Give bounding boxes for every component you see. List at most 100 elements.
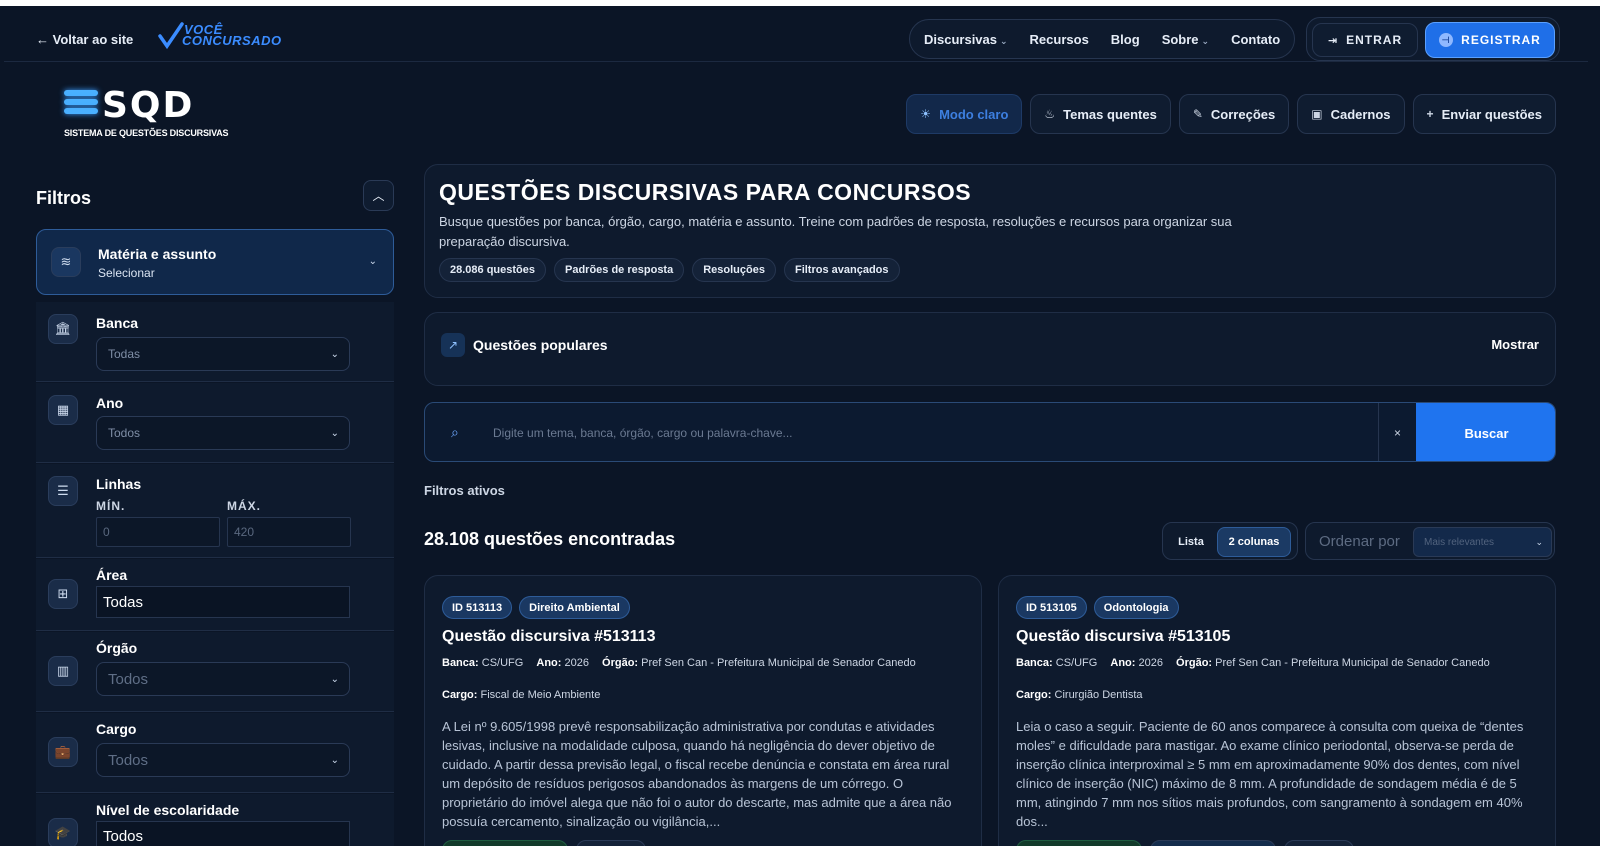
checkmark-logo-icon xyxy=(158,22,184,50)
question-text: A Lei nº 9.605/1998 prevê responsabiliza… xyxy=(442,719,952,829)
max-label: MÁX. xyxy=(227,499,261,513)
menu-item-blog[interactable]: Blog xyxy=(1111,32,1140,47)
main-menu: Discursivas ⌄ Recursos Blog Sobre ⌄ Contat… xyxy=(909,19,1295,59)
list-icon: ☰ xyxy=(48,476,78,506)
page-scrollbar[interactable] xyxy=(1594,62,1600,846)
light-mode-button[interactable]: ☀ Modo claro xyxy=(906,94,1023,134)
min-lines-input[interactable]: 0 xyxy=(96,517,220,547)
area-filter: ⊞ Área Todas xyxy=(36,559,394,631)
nivel-select[interactable]: Todos xyxy=(96,821,350,846)
chip-question-count: 28.086 questões xyxy=(439,258,546,282)
question-footer-badges xyxy=(1016,840,1354,846)
clear-search-button[interactable]: × xyxy=(1378,403,1416,461)
footer-badge xyxy=(1016,840,1142,846)
sqd-subtitle: SISTEMA DE QUESTÕES DISCURSIVAS xyxy=(64,128,229,138)
ano-select[interactable]: Todos ⌄ xyxy=(96,416,350,450)
results-count: 28.108 questões encontradas xyxy=(424,529,676,549)
hot-topics-button[interactable]: ♨ Temas quentes xyxy=(1030,94,1171,134)
chip-answer-patterns: Padrões de resposta xyxy=(554,258,685,282)
toolbar: ☀ Modo claro ♨ Temas quentes ✎ Correções… xyxy=(906,94,1556,134)
chevron-down-icon: ⌄ xyxy=(330,755,339,766)
sort-control: Ordenar por Mais relevantes ⌄ xyxy=(1305,522,1555,560)
search-bar: ⌕ Digite um tema, banca, órgão, cargo ou… xyxy=(424,402,1556,462)
area-select[interactable]: Todas xyxy=(96,586,350,618)
menu-item-discursivas[interactable]: Discursivas ⌄ xyxy=(924,32,1008,47)
ano-label: Ano xyxy=(96,395,124,411)
layers-icon: ≋ xyxy=(51,247,81,277)
sqd-letters: SQD xyxy=(102,85,195,126)
popular-questions-panel: ↗ Questões populares Mostrar xyxy=(424,312,1556,386)
ano-filter: ▦ Ano Todos ⌄ xyxy=(36,383,394,463)
login-icon: ⇥ xyxy=(1327,34,1339,47)
search-button[interactable]: Buscar xyxy=(1416,403,1555,461)
menu-item-recursos[interactable]: Recursos xyxy=(1030,32,1089,47)
sqd-logo[interactable]: SQD SISTEMA DE QUESTÕES DISCURSIVAS xyxy=(64,85,229,142)
back-to-site-link[interactable]: ← Voltar ao site xyxy=(36,32,133,47)
nivel-label: Nível de escolaridade xyxy=(96,802,240,818)
briefcase-icon: 💼 xyxy=(48,737,78,767)
chevron-down-icon: ⌄ xyxy=(330,428,339,439)
footer-badge xyxy=(576,840,646,846)
question-title[interactable]: Questão discursiva #513113 xyxy=(442,628,655,646)
graduation-cap-icon: 🎓 xyxy=(48,818,78,846)
question-id-tag: ID 513105 xyxy=(1016,596,1087,619)
nivel-filter: 🎓 Nível de escolaridade Todos xyxy=(36,794,394,846)
question-card[interactable]: ID 513113 Direito Ambiental Questão disc… xyxy=(424,575,982,846)
register-button[interactable]: ⊣ REGISTRAR xyxy=(1425,22,1555,58)
sqd-stripes-icon xyxy=(64,90,98,122)
collapse-filters-button[interactable]: ︿ xyxy=(363,180,394,211)
filters-title: Filtros xyxy=(36,188,92,208)
results-bar: 28.108 questões encontradas Lista 2 colu… xyxy=(424,520,1556,560)
menu-item-sobre[interactable]: Sobre ⌄ xyxy=(1162,32,1209,47)
chevron-up-icon: ︿ xyxy=(372,189,385,203)
max-lines-input[interactable]: 420 xyxy=(227,517,351,547)
search-icon: ⌕ xyxy=(451,424,459,440)
question-title[interactable]: Questão discursiva #513105 xyxy=(1016,628,1230,646)
materia-assunto-filter[interactable]: ≋ Matéria e assunto Selecionar ⌄ xyxy=(36,229,394,295)
question-cargo: Cargo: Fiscal de Meio Ambiente xyxy=(442,689,601,701)
send-questions-button[interactable]: + Enviar questões xyxy=(1412,94,1556,134)
top-navbar: ← Voltar ao site VOCÊ CONCURSADO Discurs… xyxy=(4,6,1588,62)
trending-arrow-icon: ↗ xyxy=(441,333,465,357)
hero-chips: 28.086 questões Padrões de resposta Reso… xyxy=(439,258,900,282)
orgao-select[interactable]: Todos ⌄ xyxy=(96,662,350,696)
view-two-columns-button[interactable]: 2 colunas xyxy=(1217,527,1291,557)
question-footer-badges xyxy=(442,840,646,846)
steam-icon: ♨ xyxy=(1044,107,1056,121)
login-button[interactable]: ⇥ ENTRAR xyxy=(1312,23,1418,57)
chevron-down-icon: ⌄ xyxy=(1535,537,1543,547)
show-popular-button[interactable]: Mostrar xyxy=(1491,337,1539,352)
chevron-down-icon: ⌄ xyxy=(368,256,377,267)
menu-item-contato[interactable]: Contato xyxy=(1231,32,1280,47)
view-toggle: Lista 2 colunas xyxy=(1162,522,1298,560)
plus-icon: + xyxy=(1426,107,1434,121)
materia-value: Selecionar xyxy=(98,266,155,280)
brand-name: VOCÊ CONCURSADO xyxy=(182,22,282,48)
footer-badge xyxy=(442,840,568,846)
area-label: Área xyxy=(96,567,128,583)
min-label: MÍN. xyxy=(96,499,126,513)
view-list-button[interactable]: Lista xyxy=(1169,528,1213,556)
question-meta: Banca: CS/UFG Ano: 2026 Órgão: Pref Sen … xyxy=(442,657,916,669)
pencil-icon: ✎ xyxy=(1192,107,1203,121)
banca-select[interactable]: Todas ⌄ xyxy=(96,337,350,371)
sort-label: Ordenar por xyxy=(1319,533,1400,550)
chip-resolutions: Resoluções xyxy=(692,258,776,282)
cargo-label: Cargo xyxy=(96,721,137,737)
question-card[interactable]: ID 513105 Odontologia Questão discursiva… xyxy=(998,575,1556,846)
notebooks-button[interactable]: ▣ Cadernos xyxy=(1297,94,1405,134)
sort-select[interactable]: Mais relevantes ⌄ xyxy=(1413,527,1552,557)
corrections-button[interactable]: ✎ Correções xyxy=(1178,94,1290,134)
bank-icon: 🏛 xyxy=(48,314,78,344)
linhas-label: Linhas xyxy=(96,476,142,492)
sun-icon: ☀ xyxy=(920,107,932,121)
hero-description: Busque questões por banca, órgão, cargo,… xyxy=(439,214,1232,249)
orgao-filter: ▥ Órgão Todos ⌄ xyxy=(36,632,394,712)
footer-badge xyxy=(1150,840,1276,846)
voce-concursado-logo[interactable]: VOCÊ CONCURSADO xyxy=(158,22,298,56)
question-tags: ID 513105 Odontologia xyxy=(1016,596,1179,619)
cargo-select[interactable]: Todos ⌄ xyxy=(96,743,350,777)
chevron-down-icon: ⌄ xyxy=(1000,35,1008,46)
search-input[interactable]: Digite um tema, banca, órgão, cargo ou p… xyxy=(493,403,1353,461)
linhas-filter: ☰ Linhas MÍN. MÁX. 0 420 xyxy=(36,464,394,558)
